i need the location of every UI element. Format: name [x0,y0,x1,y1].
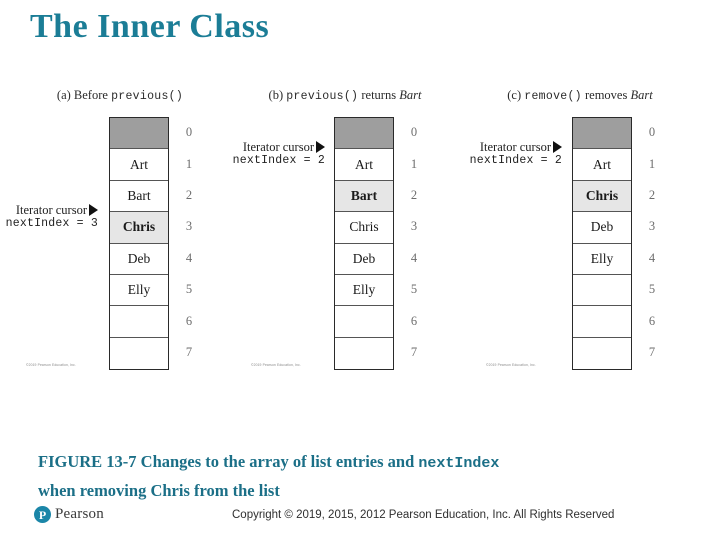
cursor-arrow-icon [553,141,562,153]
array-cell [335,306,393,338]
cursor-arrow-icon [316,141,325,153]
array-cell: Deb [110,243,168,275]
iterator-cursor-a: Iterator cursor nextIndex = 3 [0,203,98,231]
next-index-value: nextIndex = 2 [469,154,562,168]
panel-b-caption-prefix: (b) [268,88,287,102]
panel-attribution: ©2019 Pearson Education, Inc. [486,363,536,367]
array-cell: Elly [110,274,168,307]
figure-caption: FIGURE 13-7 Changes to the array of list… [38,448,678,504]
panel-a-caption-prefix: (a) Before [56,88,112,102]
figure-caption-part1: FIGURE 13-7 Changes to the array of list… [38,452,419,471]
panel-c-caption-suffix: removes [581,88,631,102]
array-cell: Chris [110,212,168,244]
array-index: 0 [648,125,656,140]
slide-footer: P Pearson Copyright © 2019, 2015, 2012 P… [0,500,720,540]
panel-b-caption-italic: Bart [399,88,422,102]
array-index: 5 [410,282,418,297]
iterator-cursor-label: Iterator cursor [370,140,562,154]
panel-b-caption-suffix: returns [358,88,400,102]
figure-panel-c: (c) remove() removes Bart Art Chris Deb … [460,82,700,382]
array-index: 3 [648,219,656,234]
array-cell: Bart [110,180,168,213]
array-index: 2 [185,187,193,202]
panel-b-caption-code: previous() [286,90,359,103]
copyright-text: Copyright © 2019, 2015, 2012 Pearson Edu… [232,509,615,521]
array-cell [573,118,631,150]
array-index: 5 [185,282,193,297]
panel-c-caption-prefix: (c) [507,88,525,102]
panel-attribution: ©2019 Pearson Education, Inc. [26,363,76,367]
pearson-logo: P Pearson [34,506,104,523]
iterator-cursor-label: Iterator cursor [133,140,325,154]
array-cell [110,306,168,338]
iterator-cursor-label: Iterator cursor [0,203,98,217]
array-index: 4 [410,250,418,265]
array-index: 1 [648,156,656,171]
panel-a-caption-code: previous() [111,90,184,103]
array-cell [110,337,168,370]
panel-b-caption: (b) previous() returns Bart [225,88,465,103]
array-cell: Deb [335,243,393,275]
array-cell: Elly [335,274,393,307]
array-index: 2 [410,187,418,202]
cursor-arrow-icon [89,204,98,216]
array-cell: Art [573,149,631,181]
array-index: 6 [410,313,418,328]
iterator-cursor-b: Iterator cursor nextIndex = 2 [133,140,325,168]
pearson-p-icon: P [34,506,51,523]
iterator-cursor-text: Iterator cursor [242,140,314,154]
figure-13-7: (a) Before previous() Art Bart Chris Deb… [0,82,720,382]
panel-attribution: ©2019 Pearson Education, Inc. [251,363,301,367]
array-index: 4 [185,250,193,265]
iterator-cursor-text: Iterator cursor [15,203,87,217]
array-cell: Chris [573,180,631,213]
array-index: 2 [648,187,656,202]
array-index: 7 [410,344,418,359]
array-cell: Deb [573,212,631,244]
figure-caption-part2: when removing Chris from the list [38,480,280,500]
array-index: 6 [648,313,656,328]
array-cell: Chris [335,212,393,244]
page-title: The Inner Class [30,8,270,45]
array-index: 6 [185,313,193,328]
array-index: 5 [648,282,656,297]
iterator-cursor-text: Iterator cursor [479,140,551,154]
array-cell [573,337,631,370]
pearson-wordmark: Pearson [55,506,104,522]
array-column-c: Art Chris Deb Elly [572,117,632,371]
array-index: 3 [410,219,418,234]
iterator-cursor-c: Iterator cursor nextIndex = 2 [370,140,562,168]
panel-c-caption-italic: Bart [630,88,653,102]
panel-a-caption: (a) Before previous() [0,88,240,103]
array-index: 7 [185,344,193,359]
figure-panel-a: (a) Before previous() Art Bart Chris Deb… [0,82,240,382]
array-index: 4 [648,250,656,265]
array-cell [573,274,631,307]
array-index-column-c: 0 1 2 3 4 5 6 7 [639,117,665,368]
array-cell [335,337,393,370]
array-index: 7 [648,344,656,359]
array-cell: Elly [573,243,631,275]
panel-c-caption-code: remove() [524,90,582,103]
array-index: 3 [185,219,193,234]
figure-caption-code: nextIndex [418,455,500,472]
next-index-value: nextIndex = 2 [232,154,325,168]
figure-panel-b: (b) previous() returns Bart Art Bart Chr… [225,82,465,382]
array-cell: Bart [335,180,393,213]
array-cell [573,306,631,338]
panel-c-caption: (c) remove() removes Bart [460,88,700,103]
next-index-value: nextIndex = 3 [5,217,98,231]
